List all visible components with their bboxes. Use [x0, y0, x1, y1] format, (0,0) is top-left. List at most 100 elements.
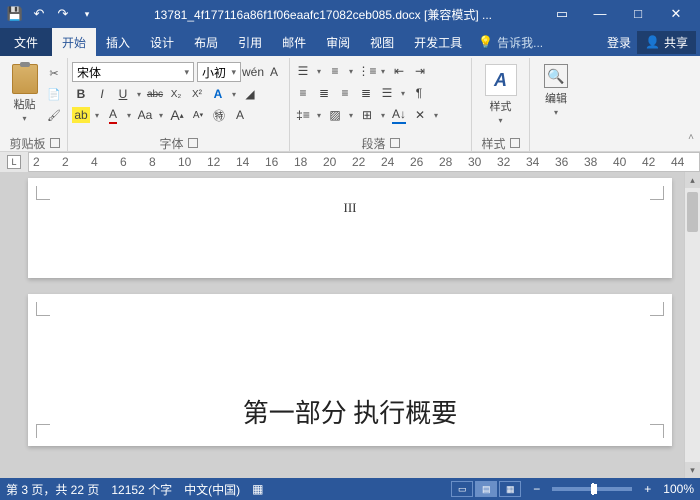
- tab-developer[interactable]: 开发工具: [404, 28, 472, 56]
- styles-gallery-button[interactable]: A 样式 ▾: [480, 62, 522, 125]
- save-icon[interactable]: 💾: [6, 5, 24, 23]
- tab-layout[interactable]: 布局: [184, 28, 228, 56]
- find-button[interactable]: 🔍 编辑 ▾: [535, 62, 577, 117]
- ruler-mark: 12: [207, 155, 220, 169]
- shading-button[interactable]: ▨: [326, 106, 344, 124]
- person-icon: 👤: [645, 35, 660, 49]
- tab-design[interactable]: 设计: [140, 28, 184, 56]
- window-title: 13781_4f177116a86f1f06eaafc17082ceb085.d…: [104, 6, 542, 23]
- status-language[interactable]: 中文(中国): [184, 481, 240, 498]
- search-icon: 🔍: [544, 64, 568, 88]
- borders-button[interactable]: ⊞: [358, 106, 376, 124]
- zoom-level[interactable]: 100%: [663, 482, 694, 496]
- qat-more-icon[interactable]: ▾: [78, 5, 96, 23]
- format-painter-icon[interactable]: 🖌: [45, 106, 63, 124]
- maximize-icon[interactable]: □: [626, 6, 650, 22]
- copy-icon[interactable]: 📄: [45, 85, 63, 103]
- ruler-mark: 8: [149, 155, 156, 169]
- vertical-scrollbar[interactable]: ▴ ▾: [684, 172, 700, 478]
- scroll-up-icon[interactable]: ▴: [685, 172, 700, 188]
- ribbon-options-icon[interactable]: ▭: [550, 6, 574, 22]
- line-spacing-button[interactable]: ‡≡: [294, 106, 312, 124]
- clear-format-button[interactable]: ◢: [241, 85, 259, 103]
- document-heading: 第一部分 执行概要: [28, 393, 672, 430]
- bold-button[interactable]: B: [72, 85, 90, 103]
- undo-icon[interactable]: ↶: [30, 5, 48, 23]
- status-word-count[interactable]: 12152 个字: [111, 481, 172, 498]
- document-page[interactable]: III: [28, 178, 672, 278]
- superscript-button[interactable]: X²: [188, 85, 206, 103]
- status-macro-icon[interactable]: ▦: [252, 482, 263, 496]
- bullets-button[interactable]: ☰: [294, 62, 312, 80]
- tab-insert[interactable]: 插入: [96, 28, 140, 56]
- font-name-combo[interactable]: 宋体▾: [72, 62, 194, 82]
- paste-button[interactable]: 粘贴 ▾: [6, 62, 43, 123]
- tab-view[interactable]: 视图: [360, 28, 404, 56]
- tab-file[interactable]: 文件: [0, 28, 52, 56]
- cut-icon[interactable]: ✂: [45, 64, 63, 82]
- scroll-thumb[interactable]: [687, 192, 698, 232]
- collapse-ribbon-icon[interactable]: ˄: [688, 132, 694, 143]
- ruler-mark: 44: [671, 155, 684, 169]
- char-shading-button[interactable]: Aa: [136, 106, 154, 124]
- zoom-out-button[interactable]: −: [533, 482, 540, 496]
- increase-indent-button[interactable]: ⇥: [411, 62, 429, 80]
- tab-selector[interactable]: L: [7, 155, 21, 169]
- tab-mailings[interactable]: 邮件: [272, 28, 316, 56]
- justify-button[interactable]: ≣: [357, 84, 375, 102]
- asian-layout-button[interactable]: ✕: [411, 106, 429, 124]
- close-icon[interactable]: ✕: [664, 6, 688, 22]
- align-center-button[interactable]: ≣: [315, 84, 333, 102]
- sort-button[interactable]: A↓: [390, 106, 408, 124]
- tab-review[interactable]: 审阅: [316, 28, 360, 56]
- pinyin-guide-icon[interactable]: wén: [244, 63, 262, 81]
- share-button[interactable]: 👤共享: [637, 31, 696, 54]
- print-layout-button[interactable]: ▤: [475, 481, 497, 497]
- underline-button[interactable]: U: [114, 85, 132, 103]
- enclose-char-button[interactable]: ㊕: [210, 106, 228, 124]
- ruler-mark: 18: [294, 155, 307, 169]
- margin-corner: [36, 302, 50, 316]
- align-right-button[interactable]: ≡: [336, 84, 354, 102]
- status-page[interactable]: 第 3 页，共 22 页: [6, 481, 99, 498]
- bulb-icon: 💡: [478, 35, 493, 49]
- tab-references[interactable]: 引用: [228, 28, 272, 56]
- font-color-button[interactable]: A: [104, 106, 122, 124]
- char-border-icon[interactable]: A: [265, 63, 283, 81]
- font-launcher[interactable]: [188, 138, 198, 148]
- strikethrough-button[interactable]: abc: [146, 85, 164, 103]
- tell-me-search[interactable]: 💡告诉我...: [472, 28, 607, 56]
- ruler-mark: 22: [352, 155, 365, 169]
- clipboard-launcher[interactable]: [50, 138, 60, 148]
- ruler-mark: 28: [439, 155, 452, 169]
- text-effects-button[interactable]: A: [209, 85, 227, 103]
- tab-home[interactable]: 开始: [52, 28, 96, 56]
- distribute-button[interactable]: ☰: [378, 84, 396, 102]
- shrink-font-button[interactable]: A▾: [189, 106, 207, 124]
- login-link[interactable]: 登录: [607, 34, 631, 51]
- read-mode-button[interactable]: ▭: [451, 481, 473, 497]
- font-size-combo[interactable]: 小初▾: [197, 62, 241, 82]
- zoom-in-button[interactable]: +: [644, 482, 651, 496]
- zoom-slider[interactable]: [552, 487, 632, 491]
- scroll-down-icon[interactable]: ▾: [685, 462, 700, 478]
- document-page[interactable]: 第一部分 执行概要: [28, 294, 672, 446]
- multilevel-button[interactable]: ⋮≡: [358, 62, 376, 80]
- highlight-button[interactable]: ab: [72, 106, 90, 124]
- align-left-button[interactable]: ≡: [294, 84, 312, 102]
- grow-font-button[interactable]: A▴: [168, 106, 186, 124]
- ruler-mark: 42: [642, 155, 655, 169]
- show-marks-button[interactable]: ¶: [410, 84, 428, 102]
- redo-icon[interactable]: ↷: [54, 5, 72, 23]
- horizontal-ruler[interactable]: 2246810121416182022242628303234363840424…: [28, 152, 700, 172]
- subscript-button[interactable]: X₂: [167, 85, 185, 103]
- ruler-mark: 14: [236, 155, 249, 169]
- decrease-indent-button[interactable]: ⇤: [390, 62, 408, 80]
- italic-button[interactable]: I: [93, 85, 111, 103]
- paragraph-launcher[interactable]: [390, 138, 400, 148]
- styles-launcher[interactable]: [510, 138, 520, 148]
- minimize-icon[interactable]: —: [588, 6, 612, 22]
- web-layout-button[interactable]: ▦: [499, 481, 521, 497]
- numbering-button[interactable]: ≡: [326, 62, 344, 80]
- change-case-button[interactable]: A: [231, 106, 249, 124]
